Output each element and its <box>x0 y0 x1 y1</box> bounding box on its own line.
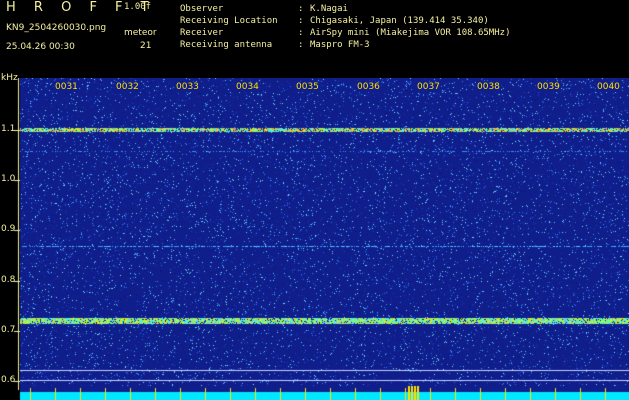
meteor-label: meteor <box>124 28 157 38</box>
info-key: Receiver <box>180 28 224 38</box>
time-tick-label: 0038 <box>476 82 501 92</box>
freq-tick-label: 1.0 <box>1 174 16 184</box>
time-tick-label: 0031 <box>54 82 79 92</box>
freq-tick-label: 0.8 <box>1 275 16 285</box>
time-tick-label: 0033 <box>175 82 200 92</box>
date-time: 25.04.26 00:30 <box>6 42 75 52</box>
info-row-observer: Observer: K.Nagai <box>180 4 348 14</box>
time-tick-label: 0037 <box>416 82 441 92</box>
info-key: Receiving Location <box>180 16 278 26</box>
info-value: AirSpy mini (Miakejima VOR 108.65MHz) <box>310 28 511 38</box>
station-info: Observer: K.Nagai Receiving Location: Ch… <box>180 3 510 51</box>
time-tick-label: 0034 <box>235 82 260 92</box>
spectrogram <box>0 78 629 400</box>
info-key: Observer <box>180 4 224 14</box>
info-value: K.Nagai <box>310 4 348 14</box>
freq-tick-label: 0.6 <box>1 375 16 385</box>
info-value: Maspro FM-3 <box>310 40 370 50</box>
time-tick-label: 0032 <box>115 82 140 92</box>
app-version: 1.00f <box>124 2 152 12</box>
info-row-location: Receiving Location: Chigasaki, Japan (13… <box>180 16 489 26</box>
info-row-antenna: Receiving antenna: Maspro FM-3 <box>180 40 370 50</box>
freq-tick-label: 0.9 <box>1 224 16 234</box>
freq-tick-label: 1.1 <box>1 124 16 134</box>
time-tick-label: 0035 <box>295 82 320 92</box>
time-tick-label: 0039 <box>536 82 561 92</box>
time-tick-label: 0036 <box>356 82 381 92</box>
freq-tick-label: 0.7 <box>1 325 16 335</box>
time-tick-label: 0040 <box>596 82 621 92</box>
info-value: Chigasaki, Japan (139.414 35.340) <box>310 16 489 26</box>
info-row-receiver: Receiver: AirSpy mini (Miakejima VOR 108… <box>180 28 511 38</box>
info-key: Receiving antenna <box>180 40 273 50</box>
freq-unit-label: kHz <box>1 73 18 83</box>
file-name: KN9_2504260030.png <box>6 23 107 33</box>
meteor-count: 21 <box>140 41 152 51</box>
